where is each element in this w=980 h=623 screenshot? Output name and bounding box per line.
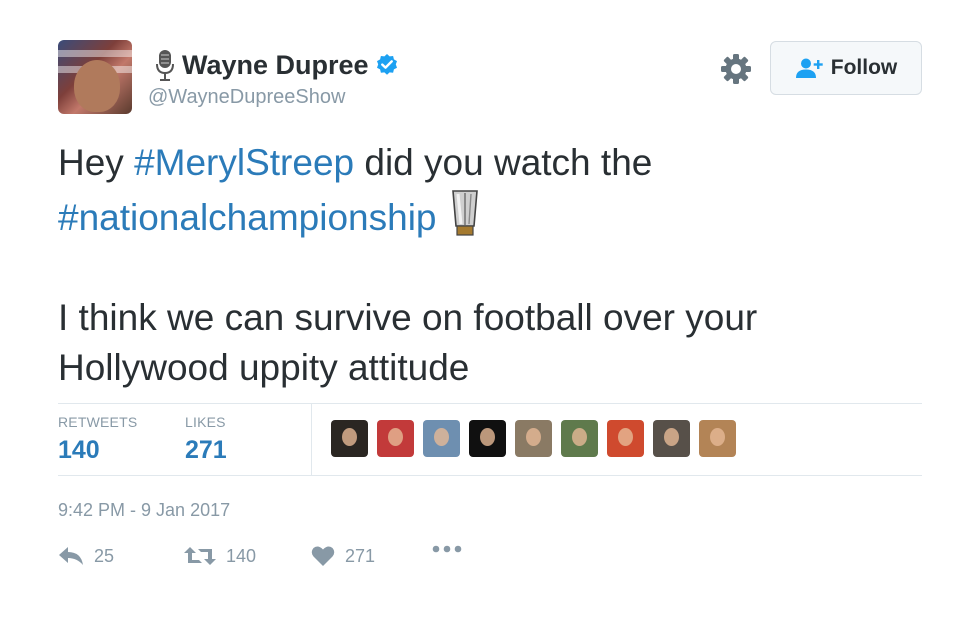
hashtag-merylstreep[interactable]: #MerylStreep: [134, 142, 354, 183]
liker-avatar-4[interactable]: [469, 420, 506, 457]
stats-divider-bottom: [58, 475, 922, 476]
likes-count: 271: [185, 436, 227, 464]
tweet-line-5: Hollywood uppity attitude: [58, 343, 938, 393]
tweet-text: Hey #MerylStreep did you watch the #nati…: [58, 138, 938, 393]
tweet-line-1: Hey #MerylStreep did you watch the: [58, 138, 938, 188]
tweet-text-segment: did you watch the: [354, 142, 653, 183]
tweet-text-segment: Hey: [58, 142, 135, 183]
reply-action[interactable]: 25: [58, 545, 114, 567]
heart-icon: [311, 546, 335, 566]
tweet-line-3: [58, 243, 938, 293]
likes-label: LIKES: [185, 414, 226, 430]
liker-avatar-6[interactable]: [561, 420, 598, 457]
likers-avatars: [331, 420, 736, 457]
liker-avatar-9[interactable]: [699, 420, 736, 457]
tweet-line-4: I think we can survive on football over …: [58, 293, 938, 343]
author-display-name[interactable]: Wayne Dupree: [182, 50, 369, 81]
tweet-text-segment: I think we can survive on football over …: [58, 297, 758, 338]
tweet-text-segment: Hollywood uppity attitude: [58, 347, 470, 388]
retweet-icon: [184, 547, 216, 565]
liker-avatar-1[interactable]: [331, 420, 368, 457]
liker-avatar-5[interactable]: [515, 420, 552, 457]
liker-avatar-7[interactable]: [607, 420, 644, 457]
stats-divider-top: [58, 403, 922, 404]
liker-avatar-2[interactable]: [377, 420, 414, 457]
retweet-action[interactable]: 140: [184, 545, 256, 567]
likes-stat[interactable]: LIKES 271: [185, 414, 227, 465]
author-avatar[interactable]: [58, 40, 132, 114]
liker-avatar-8[interactable]: [653, 420, 690, 457]
liker-avatar-3[interactable]: [423, 420, 460, 457]
follow-button-label: Follow: [830, 56, 898, 79]
retweet-count: 140: [226, 545, 257, 566]
reply-icon: [59, 547, 83, 565]
reply-count: 25: [94, 545, 115, 566]
like-action[interactable]: 271: [311, 545, 375, 567]
tweet-timestamp[interactable]: 9:42 PM - 9 Jan 2017: [58, 500, 230, 521]
more-actions-button[interactable]: [432, 545, 462, 553]
retweets-label: RETWEETS: [58, 414, 138, 430]
author-name-row[interactable]: Wayne Dupree: [154, 48, 399, 82]
gear-icon[interactable]: [719, 52, 753, 86]
more-dots-icon: [432, 545, 462, 553]
microphone-icon: [156, 50, 174, 81]
verified-badge-icon: [376, 54, 397, 75]
like-count: 271: [345, 545, 376, 566]
retweets-stat[interactable]: RETWEETS 140: [58, 414, 137, 465]
author-handle[interactable]: @WayneDupreeShow: [148, 86, 345, 109]
add-user-icon: [795, 58, 823, 78]
trophy-icon: [451, 190, 478, 236]
follow-button[interactable]: Follow: [770, 41, 922, 95]
hashtag-nationalchampionship[interactable]: #nationalchampionship: [58, 197, 437, 238]
stats-divider-vertical: [311, 403, 312, 475]
retweets-count: 140: [58, 436, 100, 464]
tweet-line-2: #nationalchampionship: [58, 188, 938, 243]
